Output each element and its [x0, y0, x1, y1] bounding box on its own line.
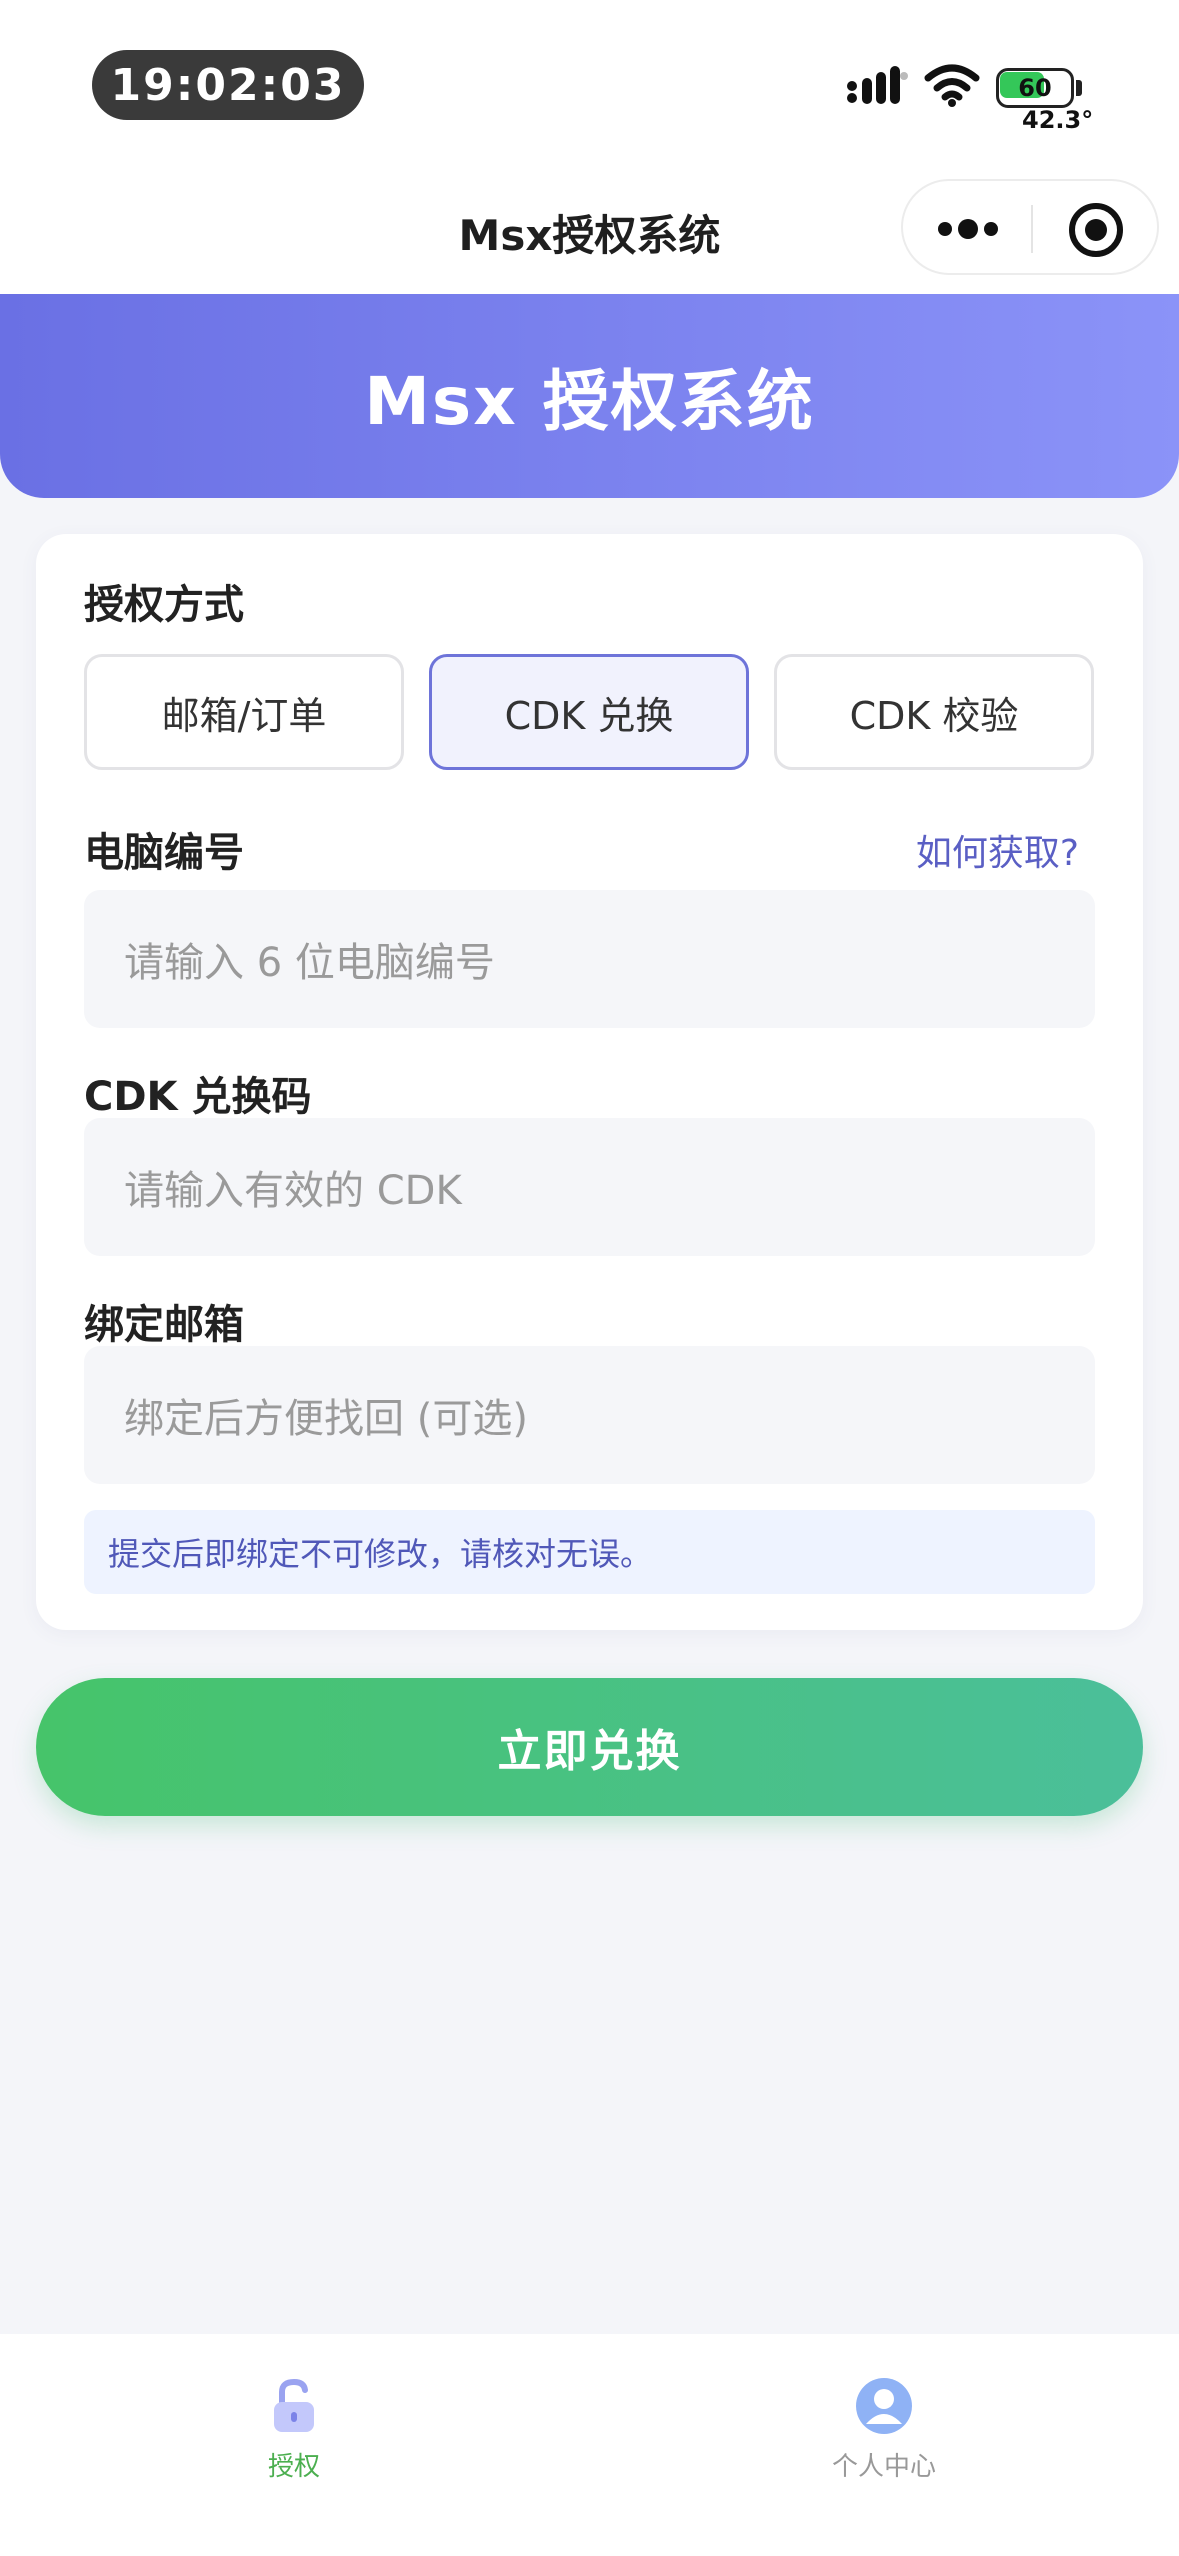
tab-profile[interactable]: 个人中心	[734, 2354, 1034, 2484]
banner-title: Msx 授权系统	[364, 363, 815, 440]
mode-cdk-verify-button[interactable]: CDK 校验	[774, 654, 1094, 770]
page: 19:02:03 60 42.3° Msx授权系统 Msx 授权系统 授权方式 …	[0, 0, 1179, 2556]
pc-number-input[interactable]: 请输入 6 位电脑编号	[84, 890, 1095, 1028]
bind-email-label: 绑定邮箱	[84, 1302, 244, 1348]
cdk-code-input[interactable]: 请输入有效的 CDK	[84, 1118, 1095, 1256]
more-icon[interactable]	[935, 211, 1001, 247]
lock-icon	[274, 2378, 314, 2432]
pc-number-label: 电脑编号	[84, 830, 244, 876]
tab-authorize-label: 授权	[267, 2452, 320, 2482]
wifi-icon	[924, 64, 980, 107]
capsule-divider	[1031, 205, 1033, 253]
mini-program-capsule	[901, 179, 1159, 275]
user-icon	[856, 2378, 912, 2434]
battery-icon: 60	[996, 68, 1082, 108]
navigation-bar: Msx授权系统	[0, 170, 1179, 294]
cdk-code-label: CDK 兑换码	[84, 1074, 312, 1120]
tab-bar: 授权 个人中心	[0, 2334, 1179, 2556]
mode-email-order-button[interactable]: 邮箱/订单	[84, 654, 404, 770]
tab-authorize[interactable]: 授权	[144, 2354, 444, 2484]
target-icon[interactable]	[1067, 201, 1125, 259]
notice-text: 提交后即绑定不可修改，请核对无误。	[84, 1510, 1095, 1594]
signal-icon	[847, 66, 908, 104]
tab-profile-label: 个人中心	[831, 2452, 936, 2482]
header-banner: Msx 授权系统	[0, 294, 1179, 498]
how-to-get-link[interactable]: 如何获取?	[916, 824, 1079, 876]
temperature-readout: 42.3°	[1022, 106, 1094, 134]
redeem-now-button[interactable]: 立即兑换	[36, 1678, 1143, 1816]
auth-mode-label: 授权方式	[84, 582, 244, 628]
status-bar: 19:02:03 60 42.3°	[0, 0, 1179, 170]
battery-tip	[1076, 80, 1082, 96]
status-time: 19:02:03	[92, 50, 364, 120]
bind-email-input[interactable]: 绑定后方便找回 (可选)	[84, 1346, 1095, 1484]
auth-form-card: 授权方式 邮箱/订单 CDK 兑换 CDK 校验 电脑编号 如何获取? 请输入 …	[36, 534, 1143, 1630]
battery-level: 60	[1018, 74, 1052, 102]
mode-cdk-redeem-button[interactable]: CDK 兑换	[429, 654, 749, 770]
